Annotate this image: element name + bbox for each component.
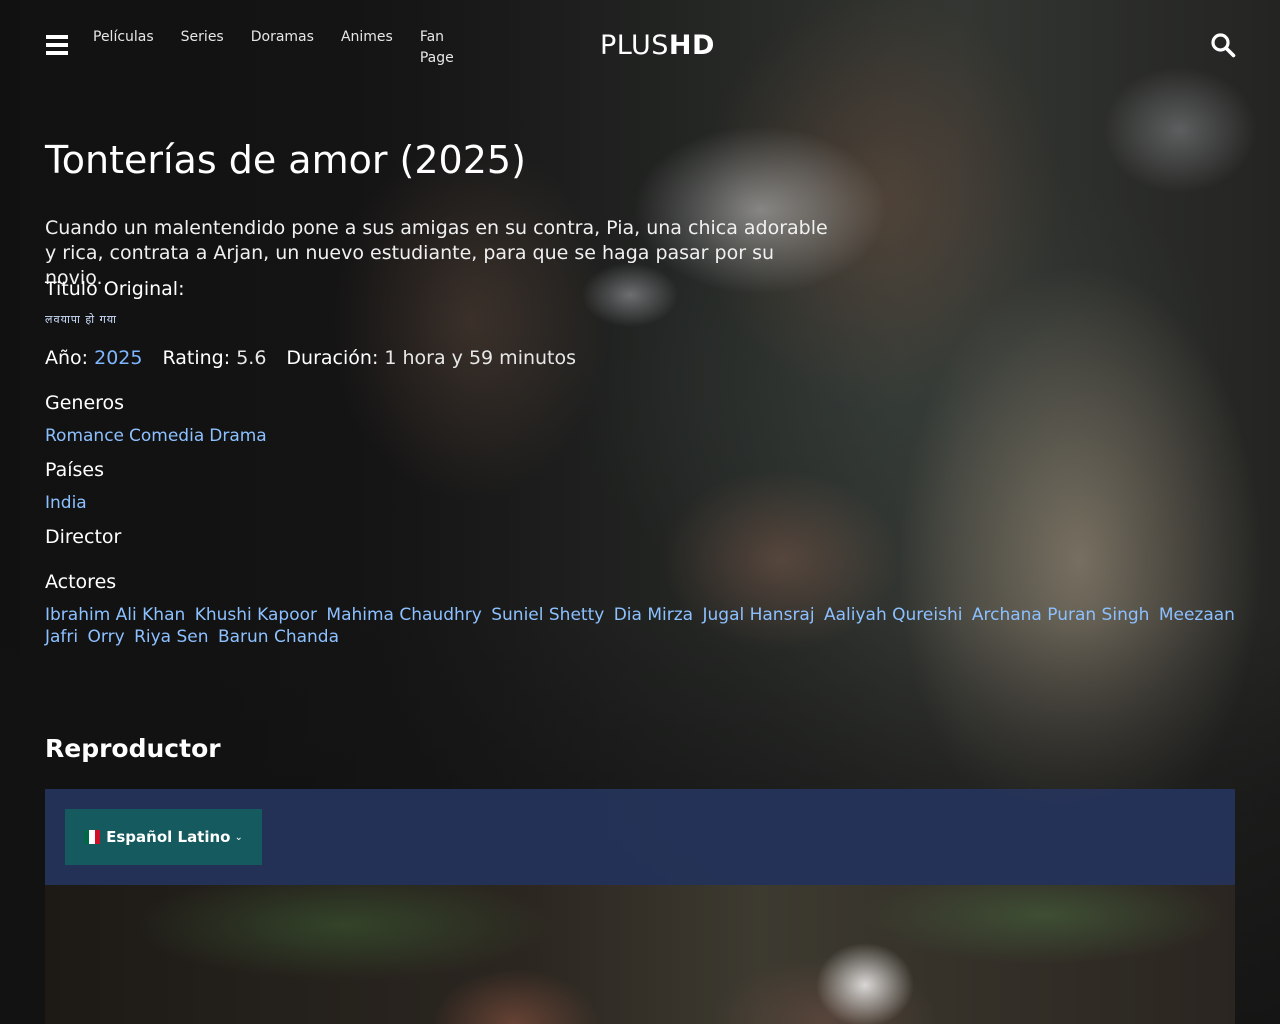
main-nav: Películas Series Doramas Animes Fan Page [93, 27, 483, 69]
actor-link[interactable]: Suniel Shetty [491, 605, 604, 625]
actor-link[interactable]: Mahima Chaudhry [326, 605, 481, 625]
rating-value: 5.6 [236, 347, 267, 369]
actor-link[interactable]: Barun Chanda [218, 627, 339, 647]
site-logo[interactable]: PLUSHD [600, 30, 715, 62]
rating-meta: Rating: 5.6 [162, 345, 266, 371]
actor-link[interactable]: Khushi Kapoor [195, 605, 317, 625]
actor-link[interactable]: Orry [88, 627, 125, 647]
chevron-down-icon: ⌄ [234, 831, 243, 843]
language-select-button[interactable]: Español Latino ⌄ [65, 809, 262, 865]
nav-link-doramas[interactable]: Doramas [251, 27, 314, 69]
nav-link-peliculas[interactable]: Películas [93, 27, 154, 69]
actor-link[interactable]: Aaliyah Qureishi [824, 605, 962, 625]
year-meta: Año: 2025 [45, 345, 142, 371]
country-link[interactable]: India [45, 493, 87, 513]
duration-label: Duración: [286, 347, 379, 369]
nav-link-fan-page[interactable]: Fan Page [420, 27, 456, 69]
genre-link[interactable]: Romance [45, 426, 124, 446]
nav-link-series[interactable]: Series [181, 27, 224, 69]
duration-value: 1 hora y 59 minutos [384, 347, 577, 369]
actor-link[interactable]: Ibrahim Ali Khan [45, 605, 185, 625]
movie-meta-row: Año: 2025 Rating: 5.6 Duración: 1 hora y… [45, 345, 596, 371]
movie-title: Tonterías de amor (2025) [45, 138, 526, 182]
genres-label: Generos [45, 392, 125, 414]
player-heading: Reproductor [45, 734, 221, 763]
actor-link[interactable]: Riya Sen [134, 627, 208, 647]
page-content: Películas Series Doramas Animes Fan Page… [0, 0, 1280, 1024]
year-link[interactable]: 2025 [94, 347, 142, 369]
duration-meta: Duración: 1 hora y 59 minutos [286, 345, 576, 371]
countries-list: India [45, 492, 92, 514]
nav-link-animes[interactable]: Animes [341, 27, 393, 69]
countries-label: Países [45, 459, 105, 481]
original-title-value: लवयापा हो गया [45, 313, 118, 326]
language-label: Español Latino [106, 828, 231, 846]
site-header: Películas Series Doramas Animes Fan Page… [0, 0, 1280, 90]
mexico-flag-icon [84, 830, 101, 844]
original-title-label: Titulo Original: [45, 278, 185, 300]
actor-link[interactable]: Jugal Hansraj [702, 605, 814, 625]
actor-link[interactable]: Archana Puran Singh [972, 605, 1150, 625]
genre-link[interactable]: Drama [209, 426, 266, 446]
actors-list: Ibrahim Ali Khan Khushi Kapoor Mahima Ch… [45, 604, 1235, 648]
hamburger-menu-icon[interactable] [46, 35, 68, 55]
year-label: Año: [45, 347, 89, 369]
director-label: Director [45, 526, 122, 548]
rating-label: Rating: [162, 347, 231, 369]
video-player[interactable] [45, 885, 1235, 1024]
genres-list: Romance Comedia Drama [45, 425, 272, 447]
actor-link[interactable]: Dia Mirza [614, 605, 693, 625]
search-icon[interactable] [1210, 32, 1236, 58]
genre-link[interactable]: Comedia [129, 426, 204, 446]
player-language-bar: Español Latino ⌄ [45, 789, 1235, 885]
actors-label: Actores [45, 571, 117, 593]
